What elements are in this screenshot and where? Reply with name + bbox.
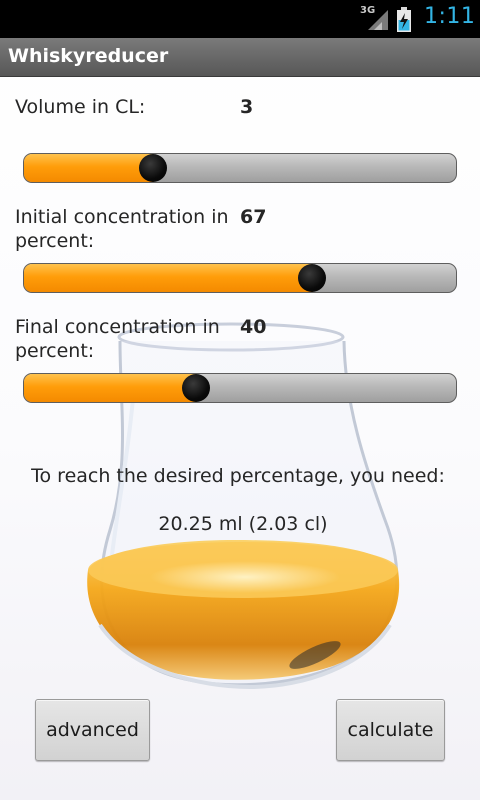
final-concentration-slider[interactable]: [23, 373, 457, 403]
slider-thumb[interactable]: [298, 264, 326, 292]
result-value: 20.25 ml (2.03 cl): [158, 513, 328, 535]
battery-charging-icon: [397, 7, 411, 32]
slider-thumb[interactable]: [139, 154, 167, 182]
volume-slider[interactable]: [23, 153, 457, 183]
initial-concentration-label-line2: percent:: [15, 230, 95, 252]
volume-value: 3: [240, 96, 254, 118]
volume-label: Volume in CL:: [15, 96, 146, 118]
slider-track: [23, 373, 457, 403]
result-heading: To reach the desired percentage, you nee…: [31, 465, 445, 487]
app-title: Whiskyreducer: [8, 45, 169, 67]
slider-fill: [24, 264, 313, 292]
status-bar: 3G 1:11: [0, 0, 480, 38]
slider-thumb[interactable]: [182, 374, 210, 402]
calculate-button[interactable]: calculate: [336, 699, 445, 761]
initial-concentration-label-line1: Initial concentration in: [15, 206, 229, 228]
final-concentration-label: Final concentration in percent:: [15, 315, 220, 363]
initial-concentration-slider[interactable]: [23, 263, 457, 293]
initial-concentration-label: Initial concentration in percent:: [15, 205, 229, 253]
slider-fill: [24, 154, 154, 182]
initial-concentration-value: 67: [240, 206, 267, 228]
slider-fill: [24, 374, 197, 402]
slider-track: [23, 153, 457, 183]
signal-icon: [368, 10, 388, 30]
final-concentration-label-line2: percent:: [15, 340, 95, 362]
action-bar: Whiskyreducer: [0, 38, 480, 77]
slider-track: [23, 263, 457, 293]
clock: 1:11: [424, 4, 476, 29]
whisky-glass-image: [87, 322, 400, 690]
app-screen: 3G 1:11 Whiskyreducer Volume in CL: 3 In…: [0, 0, 480, 800]
final-concentration-value: 40: [240, 316, 267, 338]
advanced-button[interactable]: advanced: [35, 699, 150, 761]
final-concentration-label-line1: Final concentration in: [15, 316, 220, 338]
